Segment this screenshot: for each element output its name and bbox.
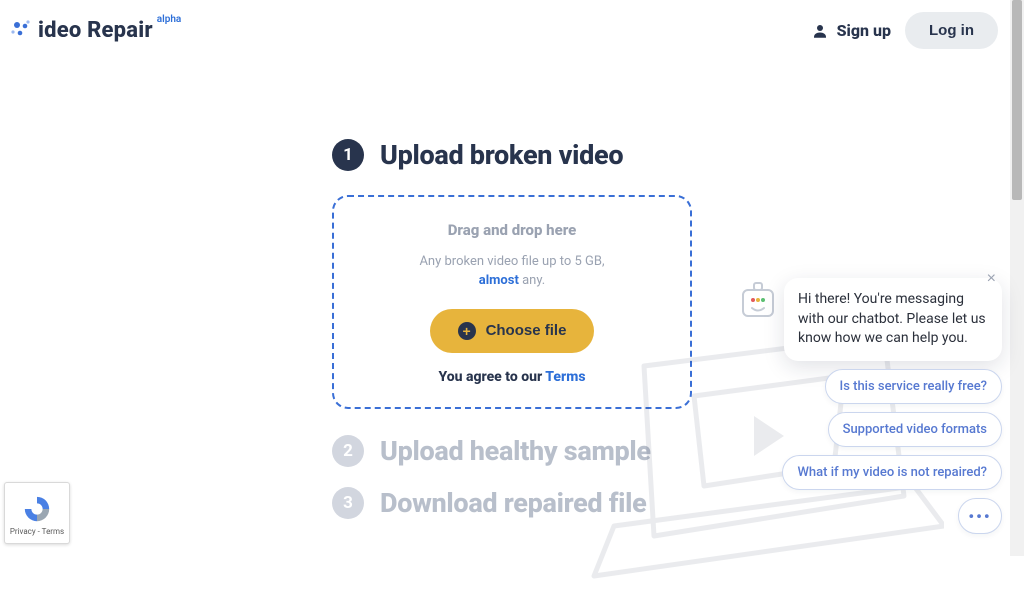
subtext-line1: Any broken video file up to 5 GB, (419, 254, 604, 269)
upcoming-steps: 2 Upload healthy sample 3 Download repai… (332, 435, 692, 525)
brand-mark-icon (10, 20, 34, 44)
step-2-title: Upload healthy sample (380, 435, 651, 467)
terms-link[interactable]: Terms (545, 369, 585, 385)
signup-label: Sign up (837, 21, 891, 40)
subtext-tail: any. (519, 273, 545, 288)
chat-suggestion-1[interactable]: Is this service really free? (825, 369, 1002, 404)
recaptcha-icon (22, 494, 52, 524)
terms-agreement: You agree to our Terms (354, 369, 670, 385)
drag-drop-label: Drag and drop here (354, 221, 670, 239)
site-header: ideo Repair alpha Sign up Log in (0, 0, 1024, 49)
step-2: 2 Upload healthy sample (332, 435, 692, 467)
signup-link[interactable]: Sign up (811, 21, 891, 40)
brand-logo[interactable]: ideo Repair alpha (10, 18, 181, 43)
chatbot-greeting: Hi there! You're messaging with our chat… (784, 278, 1002, 361)
step-1-badge: 1 (332, 139, 364, 171)
brand-badge: alpha (157, 14, 182, 25)
chatbot-panel: × Hi there! You're messaging with our ch… (740, 278, 1002, 534)
dots-icon: ••• (968, 507, 991, 526)
choose-file-label: Choose file (486, 322, 567, 339)
chatbot-avatar-icon (740, 280, 776, 322)
almost-link[interactable]: almost (479, 273, 519, 288)
upload-dropzone[interactable]: Drag and drop here Any broken video file… (332, 195, 692, 409)
login-button[interactable]: Log in (905, 12, 998, 49)
dropzone-subtext: Any broken video file up to 5 GB, almost… (354, 253, 670, 291)
user-icon (811, 22, 829, 40)
header-actions: Sign up Log in (811, 12, 998, 49)
chat-close-button[interactable]: × (981, 270, 1002, 288)
choose-file-button[interactable]: + Choose file (430, 309, 595, 353)
plus-icon: + (458, 322, 476, 340)
step-2-badge: 2 (332, 435, 364, 467)
scrollbar-thumb[interactable] (1012, 0, 1022, 200)
step-3-title: Download repaired file (380, 487, 647, 519)
chat-suggestion-2[interactable]: Supported video formats (828, 412, 1002, 447)
step-1: 1 Upload broken video (332, 139, 692, 171)
agree-prefix: You agree to our (438, 369, 545, 385)
chat-more-button[interactable]: ••• (958, 498, 1002, 534)
recaptcha-footer[interactable]: Privacy - Terms (10, 527, 64, 536)
step-3: 3 Download repaired file (332, 487, 692, 519)
step-1-title: Upload broken video (380, 139, 623, 171)
recaptcha-badge[interactable]: Privacy - Terms (4, 482, 70, 544)
brand-name: ideo Repair (38, 18, 153, 43)
page-scrollbar[interactable] (1010, 0, 1024, 556)
chat-suggestion-3[interactable]: What if my video is not repaired? (782, 455, 1002, 490)
step-3-badge: 3 (332, 487, 364, 519)
